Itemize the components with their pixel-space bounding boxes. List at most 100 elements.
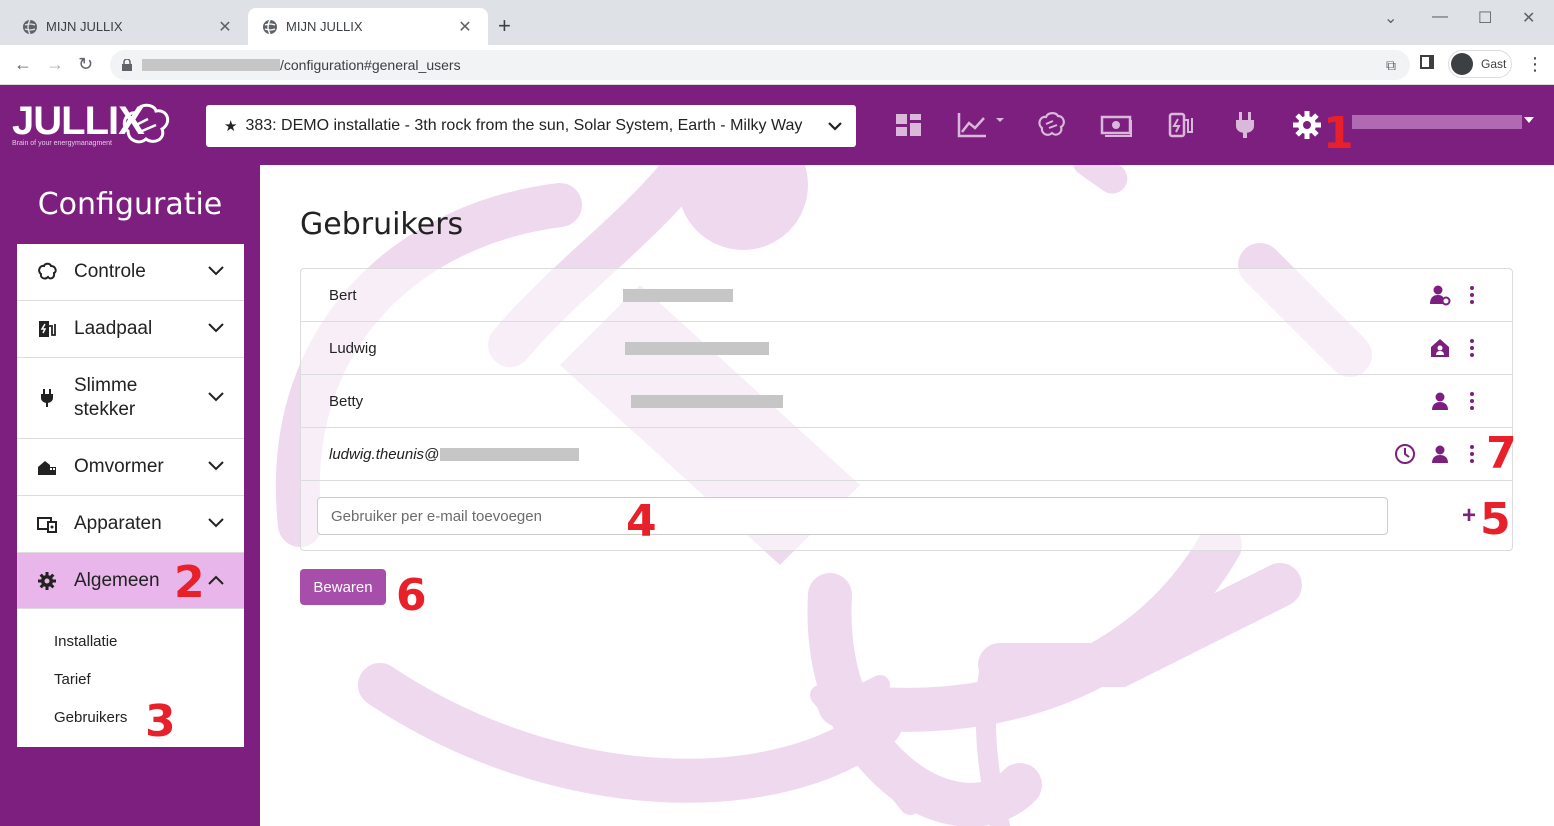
reload-icon[interactable]: ↻ (78, 54, 93, 75)
back-icon[interactable]: ← (14, 54, 32, 75)
annotation-number: 4 (626, 496, 657, 547)
user-icon[interactable] (1429, 443, 1451, 465)
charger-icon[interactable] (1166, 110, 1196, 140)
sidebar-item-label: Omvormer (74, 456, 164, 477)
caret-down-icon[interactable] (1524, 117, 1534, 123)
sidebar-title: Configuratie (37, 187, 223, 222)
chevron-down-icon (828, 121, 842, 131)
annotation-number: 7 (1486, 428, 1517, 479)
user-name: Ludwig (329, 339, 377, 357)
annotation-number: 1 (1323, 108, 1354, 159)
chevron-up-icon (208, 575, 224, 585)
sidebar-menu: Controle Laadpaal Slimme stekker Omvorme… (17, 244, 244, 747)
chevron-down-icon[interactable]: ⌄ (1384, 8, 1397, 28)
user-cog-icon[interactable] (1429, 284, 1451, 306)
chevron-down-icon (208, 392, 224, 402)
globe-icon (23, 19, 37, 34)
chevron-down-icon (208, 323, 224, 333)
users-card: Bert Ludwig Betty ludwig.theunis@ Gebrui… (300, 268, 1513, 551)
house-user-icon[interactable] (1429, 337, 1451, 359)
sidebar-item-label: Laadpaal (74, 318, 153, 339)
close-icon[interactable]: ✕ (216, 17, 234, 37)
brain-icon[interactable] (1036, 110, 1066, 140)
user-email-redacted (623, 288, 733, 302)
user-row-pending: ludwig.theunis@ (301, 428, 1512, 481)
user-name: ludwig.theunis@ (329, 445, 440, 463)
plug-icon (41, 389, 53, 407)
kebab-menu-icon[interactable] (1465, 284, 1479, 306)
sidebar-item-laadpaal[interactable]: Laadpaal (17, 301, 244, 358)
sidebar-item-label: Controle (74, 261, 146, 282)
devices-icon (37, 517, 57, 533)
main-content: Gebruikers Bert Ludwig Betty ludwig.theu… (260, 165, 1554, 826)
sidebar-item-algemeen[interactable]: Algemeen (17, 553, 244, 609)
user-row: Ludwig (301, 322, 1512, 375)
globe-icon (263, 19, 277, 34)
charger-icon (39, 321, 56, 337)
user-email-redacted (631, 394, 783, 408)
translate-icon[interactable]: ⧉ (1386, 57, 1396, 74)
annotation-number: 3 (145, 696, 176, 747)
app-header: JULLIX Brain of your energymanagment ★ 3… (0, 85, 1554, 165)
sidebar-submenu: Installatie Tarief Gebruikers (17, 609, 244, 747)
sidebar-item-apparaten[interactable]: Apparaten (17, 496, 244, 553)
user-icon[interactable] (1429, 390, 1451, 412)
plug-icon[interactable] (1230, 110, 1260, 140)
browser-toolbar: ← → ↻ /configuration#general_users ⧉ Gas… (0, 45, 1554, 85)
user-email-redacted (440, 447, 579, 461)
kebab-menu-icon[interactable] (1465, 443, 1479, 465)
sidebar-item-slimme-stekker[interactable]: Slimme stekker (17, 358, 244, 439)
new-tab-icon[interactable]: + (498, 13, 511, 39)
sidepanel-icon[interactable] (1420, 55, 1434, 69)
kebab-menu-icon[interactable] (1465, 337, 1479, 359)
kebab-menu-icon[interactable] (1465, 390, 1479, 412)
redacted-domain (142, 59, 280, 71)
solar-house-icon (38, 461, 56, 475)
installation-select[interactable]: ★ 383: DEMO installatie - 3th rock from … (206, 105, 856, 147)
sidebar-item-omvormer[interactable]: Omvormer (17, 439, 244, 496)
sidebar-item-label: Algemeen (74, 569, 160, 591)
sidebar-subitem-tarief[interactable]: Tarief (54, 661, 244, 699)
money-icon[interactable] (1100, 110, 1134, 140)
browser-menu-icon[interactable]: ⋮ (1526, 54, 1544, 75)
add-user-email-input[interactable] (317, 497, 1388, 535)
chevron-down-icon (208, 266, 224, 276)
user-name: Betty (329, 392, 364, 410)
page-title: Gebruikers (300, 207, 464, 242)
chevron-down-icon (208, 461, 224, 471)
logo-brain-icon (122, 103, 170, 144)
dashboard-icon[interactable] (894, 110, 924, 140)
url-path: /configuration#general_users (280, 57, 461, 73)
profile-button[interactable]: Gast (1448, 50, 1512, 78)
lock-icon (122, 59, 132, 71)
address-bar[interactable]: /configuration#general_users ⧉ (110, 50, 1410, 80)
star-icon: ★ (224, 118, 238, 135)
user-menu-redacted[interactable] (1352, 115, 1522, 129)
maximize-icon[interactable]: ☐ (1478, 8, 1492, 28)
annotation-number: 2 (174, 557, 205, 608)
gear-icon (38, 571, 56, 590)
sidebar-item-label: Apparaten (74, 513, 162, 534)
gear-icon[interactable] (1292, 110, 1322, 140)
save-button[interactable]: Bewaren (300, 569, 386, 605)
add-user-button[interactable]: + (1462, 504, 1476, 528)
chart-line-icon[interactable] (956, 110, 1008, 140)
annotation-number: 6 (396, 570, 427, 621)
forward-icon[interactable]: → (46, 54, 64, 75)
tab-title: MIJN JULLIX (286, 19, 363, 34)
window-close-icon[interactable]: ✕ (1522, 8, 1535, 28)
browser-tab[interactable]: MIJN JULLIX ✕ (8, 8, 248, 45)
browser-tab-active[interactable]: MIJN JULLIX ✕ (248, 8, 488, 45)
brain-icon (38, 262, 57, 280)
annotation-number: 5 (1480, 494, 1511, 545)
user-row: Bert (301, 269, 1512, 322)
browser-tab-bar: MIJN JULLIX ✕ MIJN JULLIX ✕ + ⌄ — ☐ ✕ (0, 0, 1554, 45)
clock-icon (1395, 444, 1415, 464)
close-icon[interactable]: ✕ (456, 17, 474, 37)
sidebar-subitem-installatie[interactable]: Installatie (54, 623, 244, 661)
sidebar-item-label: Slimme stekker (74, 375, 138, 420)
minimize-icon[interactable]: — (1432, 8, 1448, 26)
installation-label: 383: DEMO installatie - 3th rock from th… (245, 117, 803, 134)
profile-label: Gast (1481, 57, 1507, 71)
sidebar-item-controle[interactable]: Controle (17, 244, 244, 301)
